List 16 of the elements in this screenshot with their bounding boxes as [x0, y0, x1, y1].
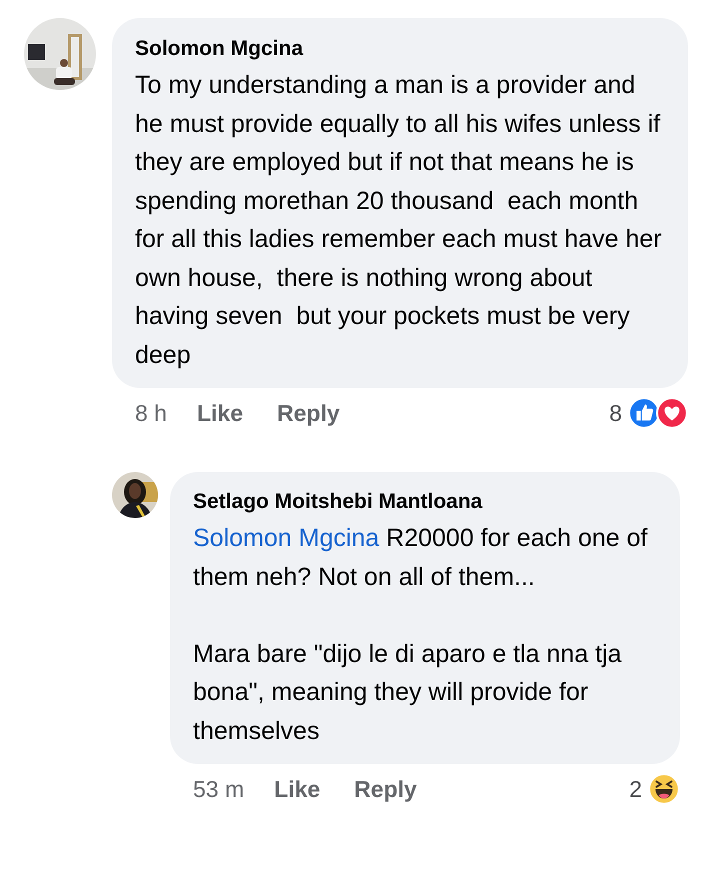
- reply-button[interactable]: Reply: [354, 776, 417, 802]
- author-name[interactable]: Solomon Mgcina: [135, 36, 670, 62]
- comment-text: Solomon Mgcina R20000 for each one of them neh? Not on all of them...: [193, 523, 648, 592]
- thumbs-up-icon: [628, 397, 660, 429]
- comment-text: To my understanding a man is a provider and he must provide equally to all his wifes unless if they are employed but if not that means he is spending morethan 20 thousand each month for all this ladies remember each must have her own house, there is nothing wrong about having seven but your pockets must be very deep: [135, 70, 663, 370]
- like-button[interactable]: Like: [196, 400, 244, 426]
- comment-time: 53 m: [193, 776, 244, 802]
- comment-time: 8 h: [135, 400, 167, 426]
- reply-button[interactable]: Reply: [277, 400, 340, 426]
- reaction-count: 8: [609, 400, 622, 426]
- reaction-count: 2: [629, 776, 642, 802]
- mention-link[interactable]: Solomon Mgcina: [193, 524, 380, 552]
- author-name[interactable]: Setlago Moitshebi Mantloana: [193, 489, 662, 515]
- laughing-emoji-icon: [648, 773, 680, 805]
- like-button[interactable]: Like: [274, 776, 320, 802]
- comment-text: Mara bare "dijo le di aparo e tla nna tja bona", meaning they will provide for themselves: [193, 638, 623, 746]
